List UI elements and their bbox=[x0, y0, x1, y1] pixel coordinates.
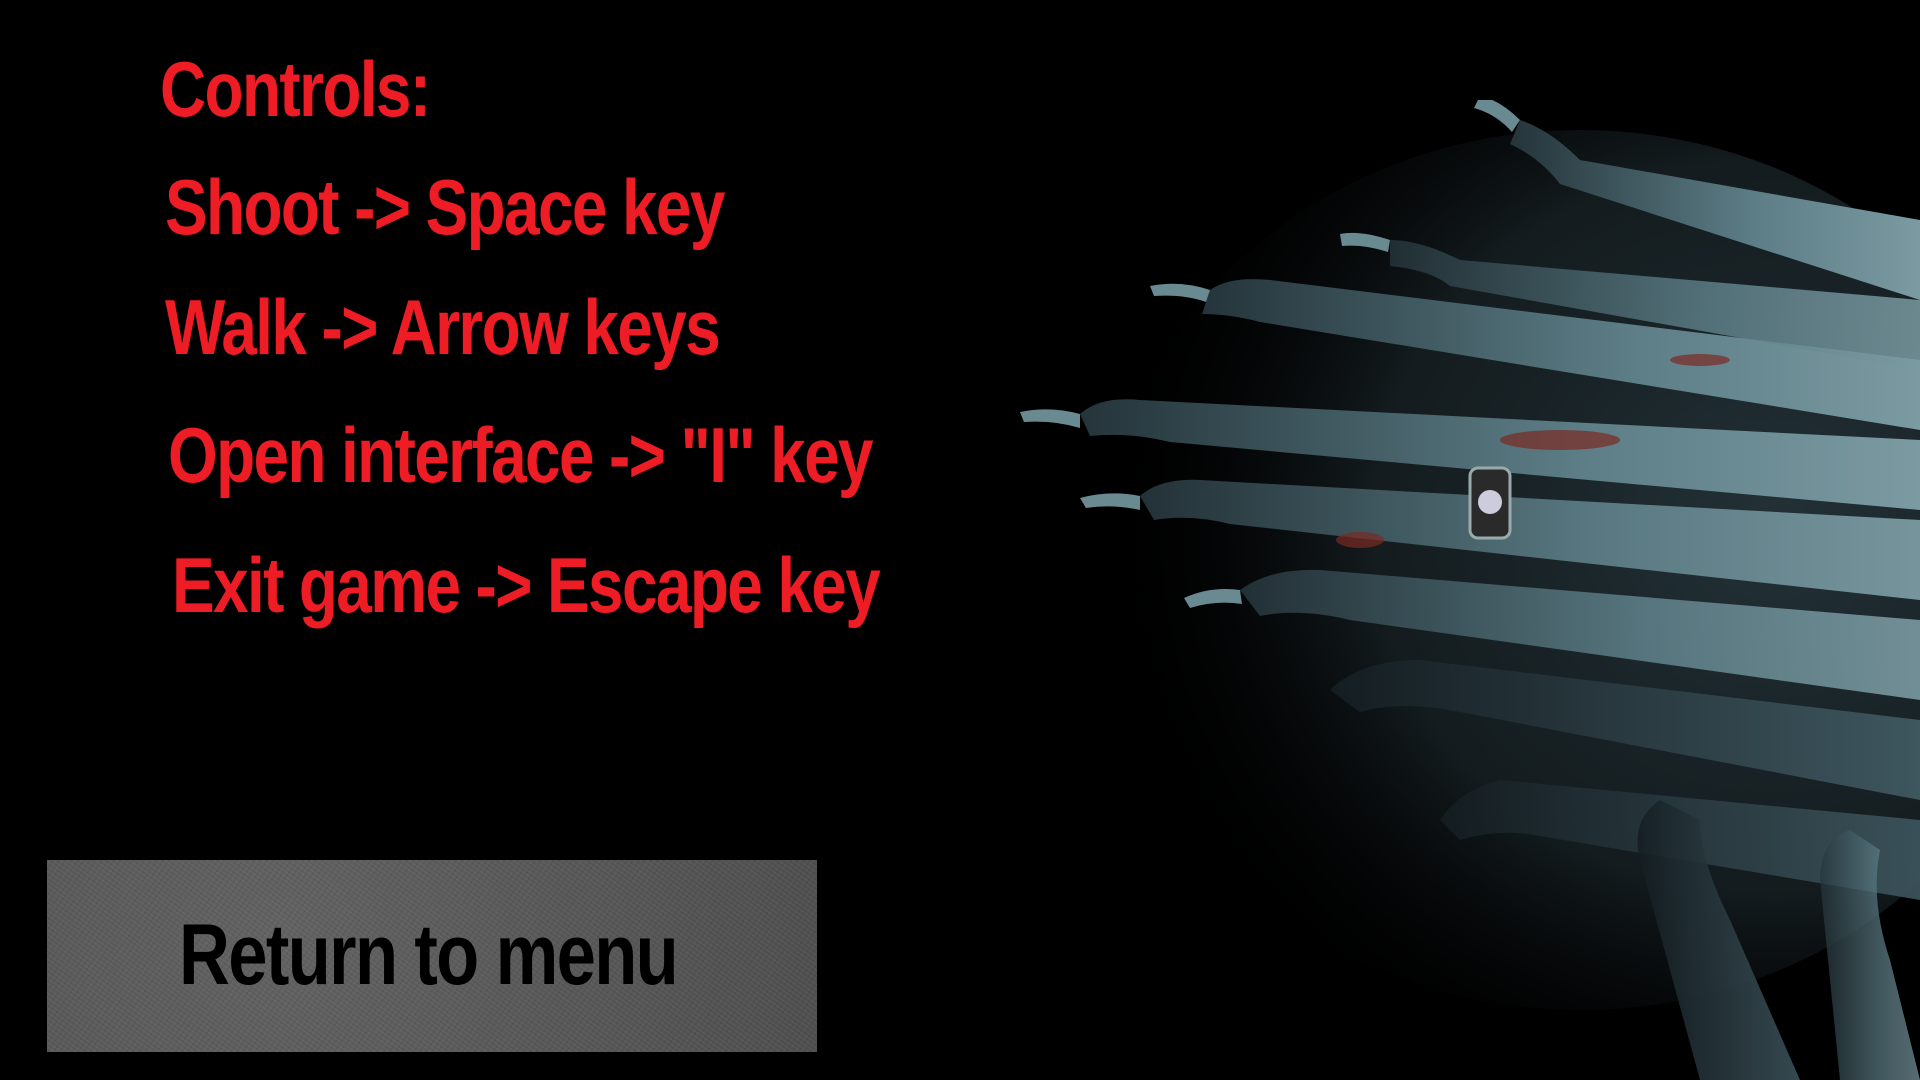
return-to-menu-button[interactable]: Return to menu bbox=[47, 860, 817, 1052]
control-walk: Walk -> Arrow keys bbox=[165, 283, 721, 371]
controls-screen: Controls: Shoot -> Space key Walk -> Arr… bbox=[0, 0, 1920, 1080]
return-to-menu-label: Return to menu bbox=[179, 907, 679, 1003]
control-open-interface: Open interface -> "I" key bbox=[168, 411, 874, 499]
controls-heading: Controls: bbox=[160, 45, 431, 133]
control-shoot: Shoot -> Space key bbox=[165, 163, 725, 251]
control-exit-game: Exit game -> Escape key bbox=[172, 541, 881, 629]
wristwatch bbox=[1468, 466, 1512, 540]
zombie-hands-artwork bbox=[1020, 100, 1920, 1080]
